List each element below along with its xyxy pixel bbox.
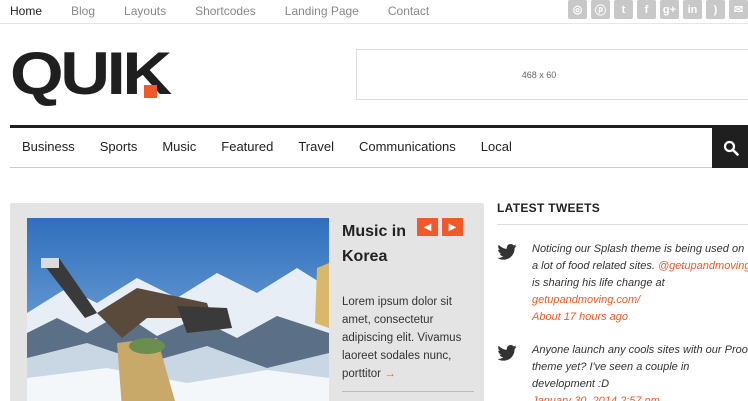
next-arrow-icon[interactable]: ▶ bbox=[442, 218, 463, 236]
featured-slider: Music in Korea ◀ ▶ Lorem ipsum dolor sit… bbox=[10, 203, 484, 401]
tweet-body: Anyone launch any cools sites with our P… bbox=[532, 342, 748, 401]
slide-excerpt-text: Lorem ipsum dolor sit amet, consectetur … bbox=[342, 296, 462, 380]
nav-item-music[interactable]: Music bbox=[162, 139, 196, 154]
nav-item-business[interactable]: Business bbox=[22, 139, 75, 154]
google-plus-icon[interactable]: g+ bbox=[660, 0, 679, 19]
top-nav-shortcodes[interactable]: Shortcodes bbox=[195, 4, 256, 18]
slider-arrows: ◀ ▶ bbox=[417, 218, 467, 236]
top-nav: Home Blog Layouts Shortcodes Landing Pag… bbox=[10, 4, 458, 18]
tweet-text-continued: is sharing his life change at bbox=[532, 277, 665, 289]
linkedin-icon[interactable]: in bbox=[683, 0, 702, 19]
main-nav: Business Sports Music Featured Travel Co… bbox=[10, 125, 748, 168]
top-nav-contact[interactable]: Contact bbox=[388, 4, 429, 18]
nav-item-featured[interactable]: Featured bbox=[221, 139, 273, 154]
nav-item-sports[interactable]: Sports bbox=[100, 139, 138, 154]
search-icon bbox=[723, 140, 739, 156]
slide-title[interactable]: Music in Korea bbox=[342, 219, 422, 269]
pinterest-icon[interactable]: ⓟ bbox=[591, 0, 610, 19]
top-nav-layouts[interactable]: Layouts bbox=[124, 4, 166, 18]
search-button[interactable] bbox=[712, 128, 748, 168]
email-icon[interactable]: ✉ bbox=[729, 0, 748, 19]
nav-item-travel[interactable]: Travel bbox=[298, 139, 334, 154]
top-nav-landing-page[interactable]: Landing Page bbox=[285, 4, 359, 18]
slide-excerpt: Lorem ipsum dolor sit amet, consectetur … bbox=[342, 293, 472, 383]
facebook-icon[interactable]: f bbox=[637, 0, 656, 19]
top-nav-home[interactable]: Home bbox=[10, 4, 42, 18]
tweet-text: Anyone launch any cools sites with our P… bbox=[532, 344, 748, 390]
nav-item-communications[interactable]: Communications bbox=[359, 139, 456, 154]
tweet-time[interactable]: About 17 hours ago bbox=[532, 309, 748, 326]
slide-divider bbox=[342, 391, 474, 392]
twitter-icon[interactable]: t bbox=[614, 0, 633, 19]
dribbble-icon[interactable]: ◎ bbox=[568, 0, 587, 19]
tweet-link[interactable]: getupandmoving.com/ bbox=[532, 292, 748, 309]
social-icons: ◎ ⓟ t f g+ in ) ✉ bbox=[568, 0, 748, 19]
tweet-body: Noticing our Splash theme is being used … bbox=[532, 241, 748, 326]
logo-dot bbox=[144, 85, 157, 98]
top-bar: Home Blog Layouts Shortcodes Landing Pag… bbox=[0, 0, 748, 24]
rss-icon[interactable]: ) bbox=[706, 0, 725, 19]
sidebar-divider bbox=[497, 224, 748, 225]
top-nav-blog[interactable]: Blog bbox=[71, 4, 95, 18]
site-logo[interactable]: QUIK bbox=[10, 44, 172, 104]
read-more-arrow[interactable]: → bbox=[384, 368, 396, 380]
tweet-time[interactable]: January 30, 2014 2:57 pm bbox=[532, 393, 748, 401]
nav-item-local[interactable]: Local bbox=[481, 139, 512, 154]
twitter-bird-icon bbox=[497, 244, 517, 260]
prev-arrow-icon[interactable]: ◀ bbox=[417, 218, 438, 236]
twitter-bird-icon bbox=[497, 345, 517, 361]
ad-label: 468 x 60 bbox=[521, 69, 557, 80]
tweet-mention[interactable]: @getupandmoving bbox=[658, 260, 748, 272]
slide-image[interactable] bbox=[27, 218, 329, 401]
latest-tweets-title: LATEST TWEETS bbox=[497, 201, 601, 215]
ad-banner[interactable]: 468 x 60 bbox=[356, 49, 748, 100]
